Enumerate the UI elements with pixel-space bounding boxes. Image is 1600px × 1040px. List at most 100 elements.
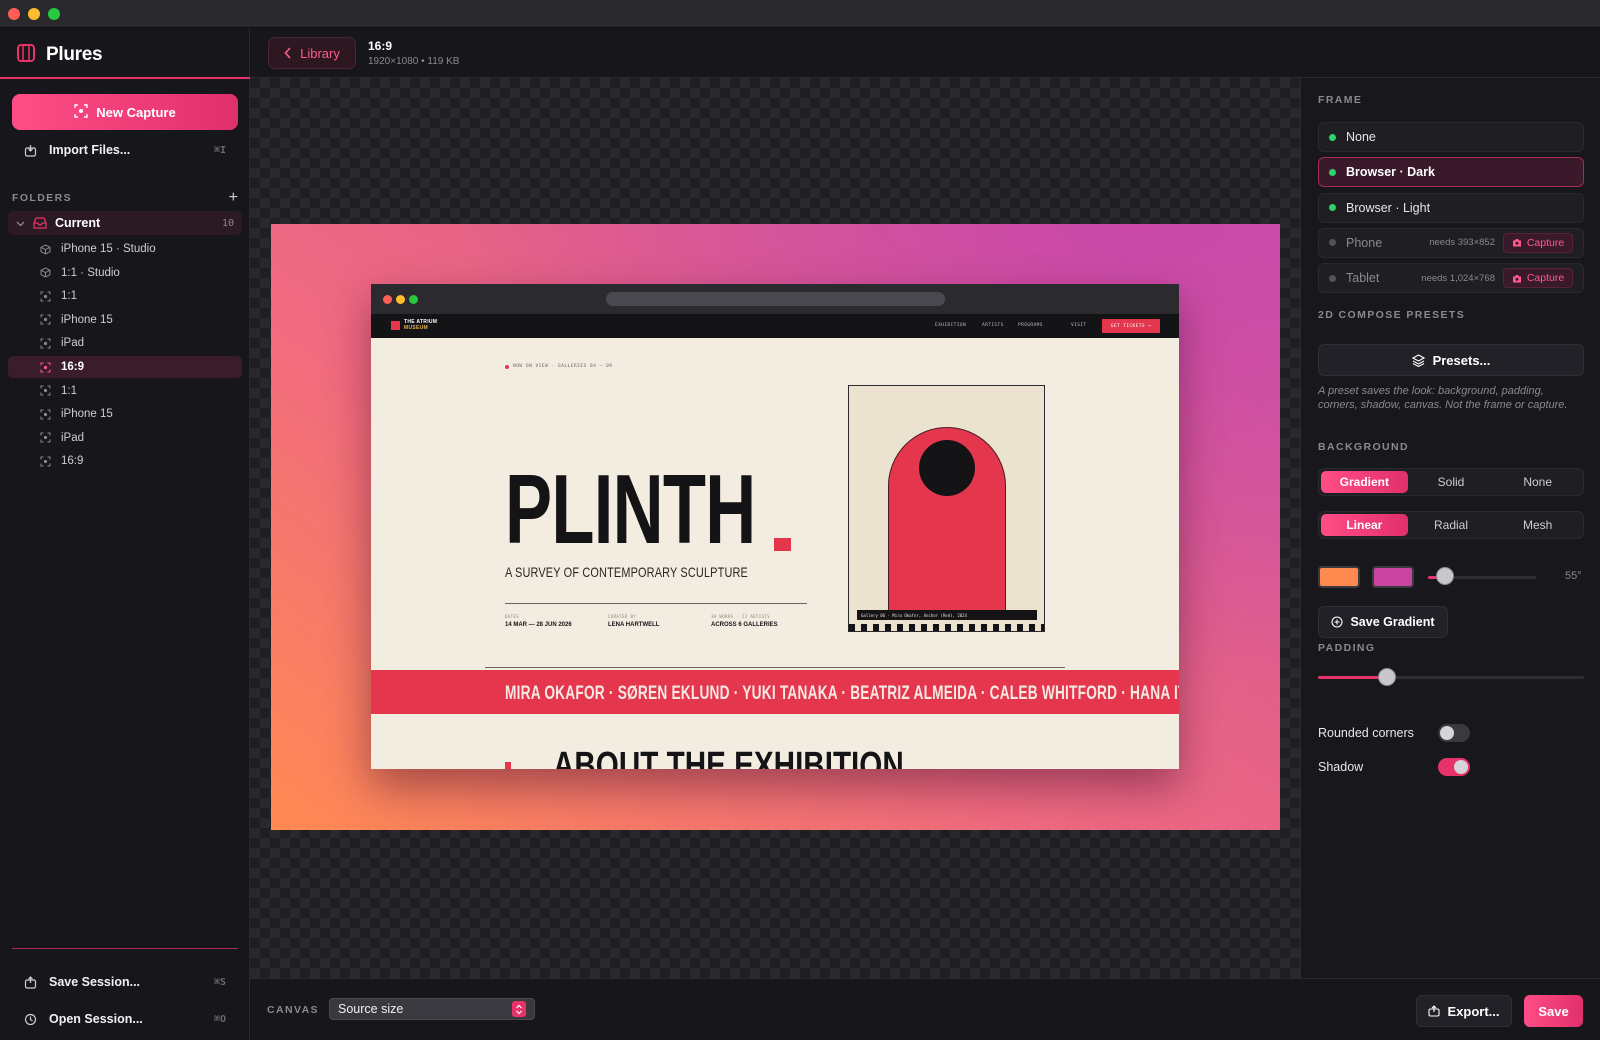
open-session-shortcut: ⌘O [213,1013,226,1025]
site-nav-link: ARTISTS [982,323,1004,328]
folder-item[interactable]: iPhone 15 [8,309,242,331]
folder-item[interactable]: iPhone 15 · Studio [8,238,242,260]
folder-item[interactable]: iPhone 15 [8,403,242,425]
padding-slider-track[interactable] [1318,676,1584,679]
add-circle-icon [1331,616,1344,628]
angle-slider-handle[interactable] [1435,567,1454,585]
status-dot-icon [1329,239,1336,247]
frame-capture-button[interactable]: Capture [1503,268,1573,289]
gradient-start-color[interactable] [1318,566,1360,588]
shadow-label: Shadow [1318,760,1364,774]
export-label: Export... [1447,1003,1500,1019]
background-type-option[interactable]: Gradient [1321,471,1408,493]
folder-item-label: iPhone 15 [61,408,113,421]
site-divider [485,667,1065,668]
gradient-type-control: Linear Radial Mesh [1318,511,1584,539]
save-icon [24,975,38,989]
folder-item[interactable]: 1:1 · Studio [8,262,242,284]
new-capture-label: New Capture [96,104,176,120]
save-gradient-button[interactable]: Save Gradient [1318,606,1448,638]
frame-option-label: Browser · Dark [1346,165,1435,180]
frame-option[interactable]: None [1318,122,1584,152]
save-session-button[interactable]: Save Session... ⌘S [12,968,238,996]
open-session-label: Open Session... [49,1012,143,1026]
artist-ticker-text: MIRA OKAFOR · SØREN EKLUND · YUKI TANAKA… [505,683,1179,704]
poster-sphere [919,440,975,496]
gradient-end-color[interactable] [1372,566,1414,588]
layers-icon [1411,353,1425,367]
padding-slider-handle[interactable] [1378,668,1397,686]
frame-capture-button[interactable]: Capture [1503,232,1573,253]
background-type-control: Gradient Solid None [1318,468,1584,496]
sculpture-poster: Gallery 06 · Mira Okafor, Anchor (Red), … [848,385,1045,632]
artist-ticker: MIRA OKAFOR · SØREN EKLUND · YUKI TANAKA… [371,670,1179,714]
import-shortcut: ⌘I [213,144,226,156]
site-name-line2: MUSEUM [404,325,429,331]
zoom-window-button[interactable] [48,8,60,20]
new-capture-button[interactable]: New Capture [12,94,238,130]
folder-item-label: iPhone 15 · Studio [61,243,156,255]
frame-option-label: None [1346,130,1376,144]
add-folder-button[interactable]: + [229,189,238,207]
rounded-corners-toggle[interactable] [1438,724,1470,742]
capture-icon [40,338,52,349]
presets-heading: 2D COMPOSE PRESETS [1318,309,1466,321]
background-heading: BACKGROUND [1318,441,1409,453]
gradient-type-option[interactable]: Radial [1408,514,1495,536]
status-dot-icon [1329,133,1336,141]
live-dot-icon [505,364,509,369]
import-files-button[interactable]: Import Files... ⌘I [12,136,238,164]
browser-frame: THE ATRIUM MUSEUM EXHIBITION ARTISTS PRO… [371,284,1179,769]
canvas-size-select[interactable]: Source size [329,998,535,1020]
back-to-library-button[interactable]: Library [268,37,356,69]
folder-item-label: 1:1 [61,384,77,397]
site-view-tag: NOW ON VIEW · GALLERIES 04 — 09 [505,364,613,369]
tray-icon [33,217,47,229]
shadow-toggle[interactable] [1438,758,1470,776]
close-window-button[interactable] [8,8,20,20]
site-nav-link: EXHIBITION [935,323,967,328]
back-label: Library [300,45,340,61]
folder-item[interactable]: iPad [8,427,242,449]
folder-item[interactable]: 16:9 [8,450,242,472]
folder-current[interactable]: Current 10 [8,211,242,235]
section-mark [505,762,511,769]
capture-icon [40,385,52,396]
save-gradient-label: Save Gradient [1350,615,1435,629]
folder-item[interactable]: iPad [8,332,242,354]
composed-image[interactable]: THE ATRIUM MUSEUM EXHIBITION ARTISTS PRO… [271,224,1280,830]
presets-button[interactable]: Presets... [1318,344,1584,376]
frame-option[interactable]: Browser · Light [1318,192,1584,223]
padding-slider-fill [1318,676,1388,679]
frame-option[interactable]: Phone needs 393×852 Capture [1318,227,1584,258]
minimize-window-button[interactable] [28,8,40,20]
site-tickets-button: GET TICKETS → [1102,319,1160,333]
import-files-label: Import Files... [49,143,131,157]
folder-item[interactable]: 1:1 [8,380,242,402]
open-session-button[interactable]: Open Session... ⌘O [12,1005,238,1033]
background-type-option[interactable]: Solid [1408,471,1495,493]
site-divider [505,603,807,604]
frame-option-label: Phone [1346,235,1383,250]
capture-icon [40,362,52,373]
chevron-left-icon [284,47,292,59]
app-logo-icon [16,43,36,68]
capture-icon [40,314,52,325]
folder-item[interactable]: 16:9 [8,356,242,378]
frame-option[interactable]: Tablet needs 1,024×768 Capture [1318,263,1584,294]
frame-option[interactable]: Browser · Dark [1318,157,1584,188]
folder-item[interactable]: 1:1 [8,285,242,307]
brand-divider [0,77,250,79]
address-bar [606,292,945,306]
canvas-size-value: Source size [338,1002,404,1016]
gradient-type-option[interactable]: Linear [1321,514,1408,536]
frame-option-label: Browser · Light [1346,200,1431,215]
capture-icon [40,432,52,443]
gradient-type-option[interactable]: Mesh [1494,514,1581,536]
save-button[interactable]: Save [1524,995,1583,1027]
document-title: 16:9 [368,39,393,53]
canvas-area[interactable]: THE ATRIUM MUSEUM EXHIBITION ARTISTS PRO… [250,78,1300,978]
export-button[interactable]: Export... [1416,995,1512,1027]
site-headline: PLINTH [505,454,756,564]
background-type-option[interactable]: None [1494,471,1581,493]
